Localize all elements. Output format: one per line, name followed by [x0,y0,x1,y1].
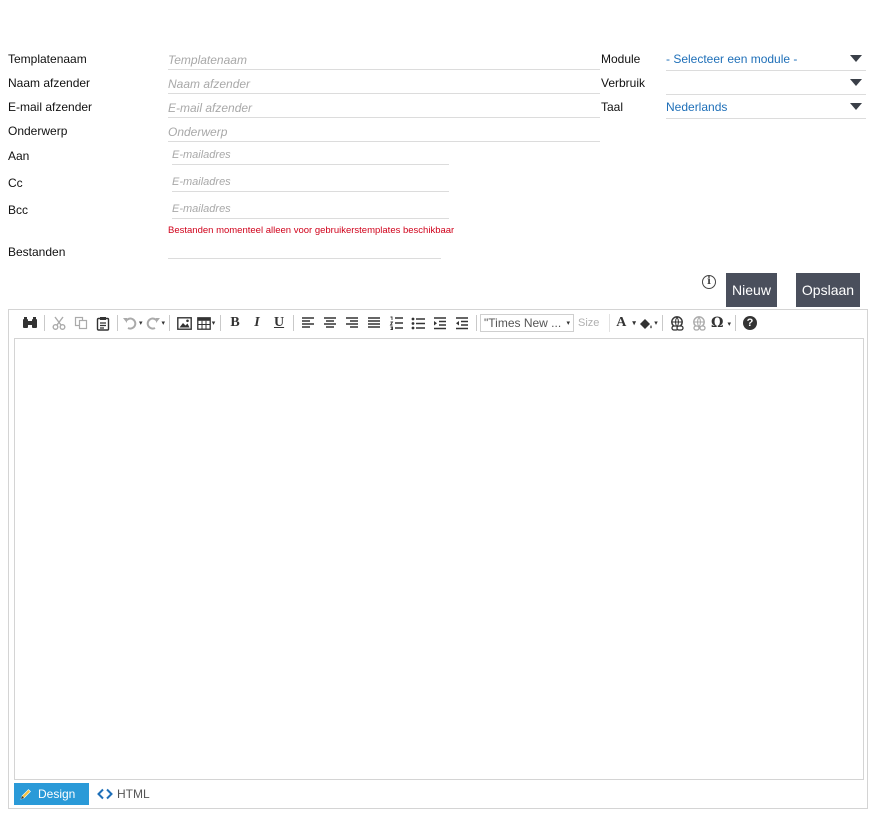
bold-button[interactable]: B [225,313,245,333]
new-button[interactable]: Nieuw [726,273,777,307]
chevron-down-icon: ▾ [566,320,571,327]
align-justify-icon[interactable] [364,313,384,333]
bcc-label: Bcc [8,203,29,217]
link-icon[interactable] [667,313,687,333]
bcc-input[interactable] [172,199,449,219]
files-field[interactable] [168,258,441,259]
editor-content-area[interactable] [14,338,864,780]
font-size-select[interactable]: Size [574,314,611,332]
code-icon [97,788,113,800]
cc-input[interactable] [172,172,449,192]
subject-label: Onderwerp [8,124,68,138]
chevron-down-icon: ▾ [632,319,636,327]
template-name-label: Templatenaam [8,52,87,66]
design-mode-label: Design [38,787,76,801]
align-center-icon[interactable] [320,313,340,333]
font-name-value: "Times New ... [484,316,562,330]
caret-down-icon [850,79,862,86]
pencil-icon [20,789,31,800]
toolbar-separator [476,315,478,331]
toolbar-separator [169,315,171,331]
toolbar-separator [44,315,45,331]
editor-toolbar: ▾ ▾ ▾ B I U "Times New ... ▾ Size A ▾ ▾ … [9,310,867,336]
forecolor-button[interactable]: A ▾ [616,313,636,333]
italic-button[interactable]: I [247,313,267,333]
redo-icon[interactable]: ▾ [145,313,165,333]
ordered-list-icon[interactable] [386,313,406,333]
forecolor-glyph: A [616,315,627,330]
sender-email-label: E-mail afzender [8,100,93,114]
language-select[interactable]: Nederlands [666,97,866,119]
toolbar-separator [293,315,295,331]
chevron-down-icon: ▾ [654,320,658,327]
align-left-icon[interactable] [298,313,318,333]
symbol-button[interactable]: Ω ▾ [711,313,731,333]
paste-icon[interactable] [93,313,113,333]
help-button[interactable]: ? [740,313,760,333]
files-warning: Bestanden momenteel alleen voor gebruike… [168,225,455,236]
usage-label: Verbruik [601,76,646,90]
info-icon[interactable]: i [702,275,716,289]
align-right-icon[interactable] [342,313,362,333]
chevron-down-icon: ▾ [727,318,732,328]
toolbar-separator [735,315,737,331]
omega-icon: Ω [711,315,724,331]
caret-down-icon [850,103,862,110]
underline-button[interactable]: U [269,313,289,333]
font-name-select[interactable]: "Times New ... ▾ [480,314,575,332]
sender-name-input[interactable] [168,74,600,94]
backcolor-icon[interactable]: ▾ [638,313,658,333]
image-icon[interactable] [174,313,194,333]
toolbar-separator [662,315,664,331]
unordered-list-icon[interactable] [408,313,428,333]
copy-icon[interactable] [71,313,91,333]
files-label: Bestanden [8,245,66,259]
module-select[interactable]: - Selecteer een module - [666,49,866,71]
to-label: Aan [8,149,30,163]
table-icon[interactable]: ▾ [196,313,216,333]
module-label: Module [601,52,641,66]
cut-icon[interactable] [49,313,69,333]
indent-icon[interactable] [430,313,450,333]
undo-icon[interactable]: ▾ [122,313,143,333]
module-select-value: - Selecteer een module - [666,52,798,66]
language-label: Taal [601,100,624,114]
outdent-icon[interactable] [452,313,472,333]
find-icon[interactable] [20,313,40,333]
rich-text-editor: ▾ ▾ ▾ B I U "Times New ... ▾ Size A ▾ ▾ … [8,309,868,809]
toolbar-separator [220,315,222,331]
sender-email-input[interactable] [168,98,600,118]
sender-name-label: Naam afzender [8,76,91,90]
language-select-value: Nederlands [666,100,728,114]
caret-down-icon [850,55,862,62]
design-mode-tab[interactable]: Design [14,783,89,805]
to-input[interactable] [172,145,449,165]
html-mode-tab[interactable]: HTML [97,783,150,805]
unlink-icon[interactable] [689,313,709,333]
template-name-input[interactable] [168,50,600,70]
subject-input[interactable] [168,122,600,142]
help-icon: ? [743,316,758,330]
usage-select[interactable] [666,73,866,95]
toolbar-separator [117,315,118,331]
html-mode-label: HTML [117,787,150,801]
save-button[interactable]: Opslaan [796,273,860,307]
cc-label: Cc [8,176,23,190]
